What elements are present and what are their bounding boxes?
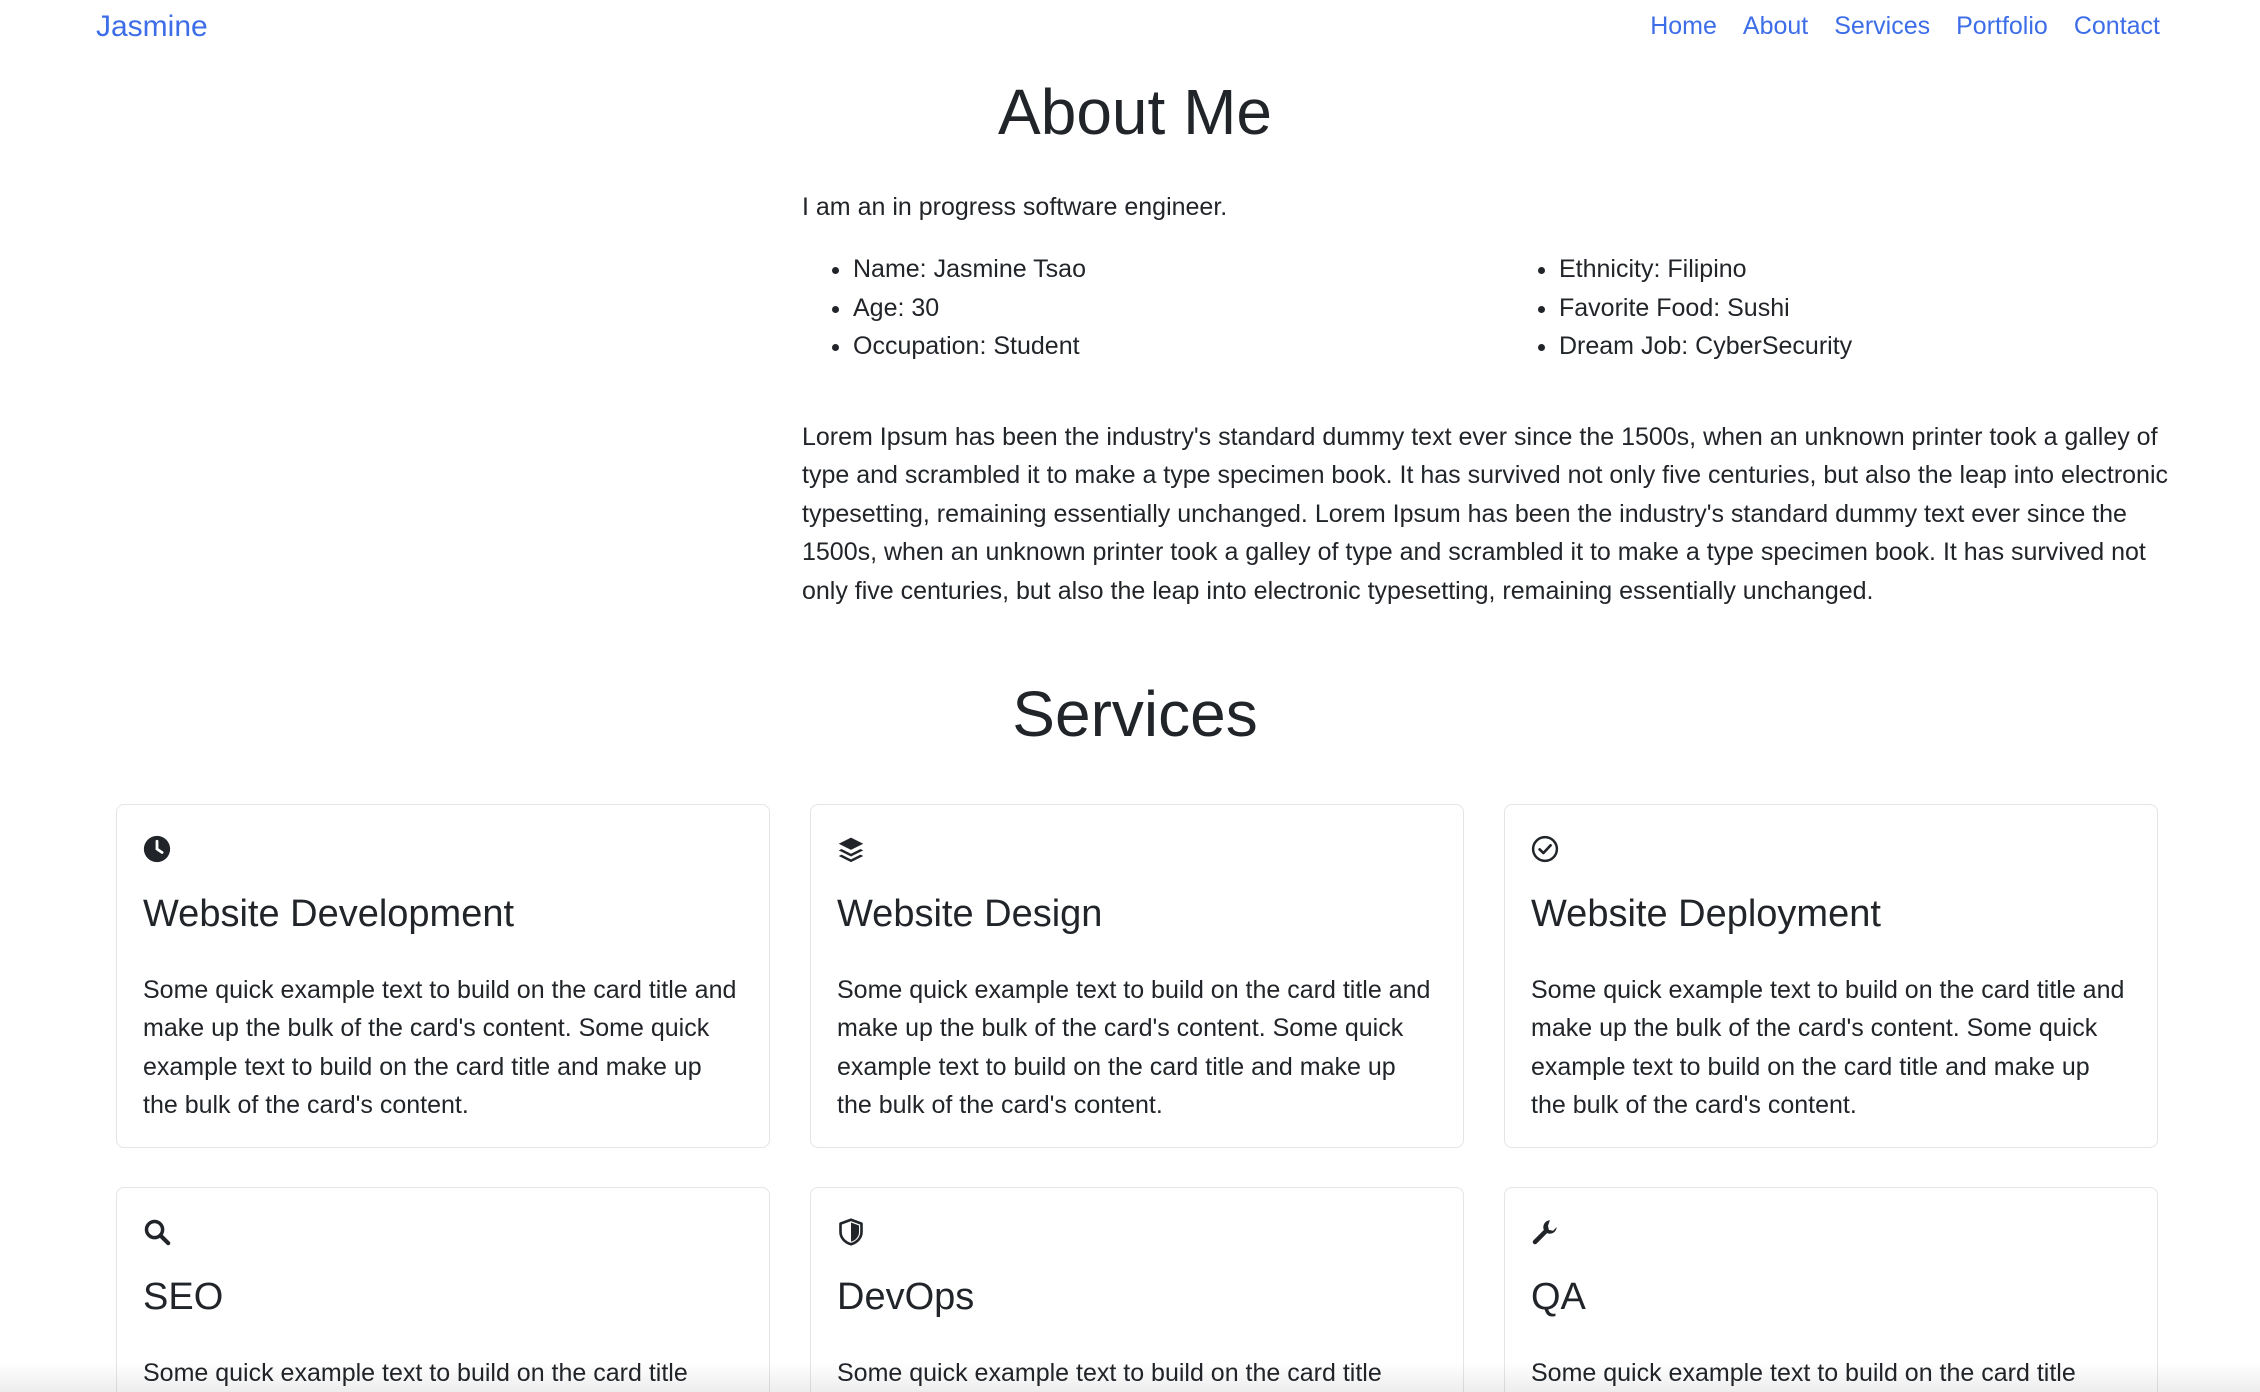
card-text: Some quick example text to build on the … xyxy=(143,1359,688,1387)
about-title: About Me xyxy=(998,76,1272,148)
card-title: Website Design xyxy=(837,893,1103,935)
search-icon xyxy=(143,1218,171,1246)
card-title: Website Deployment xyxy=(1531,893,1881,935)
service-card-website-design: Website Design Some quick example text t… xyxy=(810,804,1464,1148)
fact-favorite-food: Favorite Food: Sushi xyxy=(1559,289,1852,328)
nav-link-services[interactable]: Services xyxy=(1834,12,1930,41)
facts-list-left: Name: Jasmine Tsao Age: 30 Occupation: S… xyxy=(802,250,1086,366)
fact-age: Age: 30 xyxy=(853,289,1086,328)
service-card-website-development: Website Development Some quick example t… xyxy=(116,804,770,1148)
service-card-devops: DevOps Some quick example text to build … xyxy=(810,1187,1464,1392)
nav-link-contact[interactable]: Contact xyxy=(2074,12,2160,41)
fact-dream-job: Dream Job: CyberSecurity xyxy=(1559,327,1852,366)
card-title: DevOps xyxy=(837,1276,975,1318)
about-intro: I am an in progress software engineer. xyxy=(802,193,1228,221)
nav-links: Home About Services Portfolio Contact xyxy=(1650,12,2160,41)
clock-icon xyxy=(143,835,171,863)
services-title: Services xyxy=(1012,678,1258,750)
service-card-qa: QA Some quick example text to build on t… xyxy=(1504,1187,2158,1392)
navbar: Jasmine Home About Services Portfolio Co… xyxy=(0,0,2260,58)
service-card-seo: SEO Some quick example text to build on … xyxy=(116,1187,770,1392)
wrench-icon xyxy=(1531,1218,1559,1246)
card-text: Some quick example text to build on the … xyxy=(837,1359,1382,1387)
service-card-website-deployment: Website Deployment Some quick example te… xyxy=(1504,804,2158,1148)
card-title: QA xyxy=(1531,1276,1586,1318)
card-text: Some quick example text to build on the … xyxy=(1531,976,2125,1120)
card-title: Website Development xyxy=(143,893,515,935)
facts-list-right: Ethnicity: Filipino Favorite Food: Sushi… xyxy=(1508,250,1852,366)
check-circle-icon xyxy=(1531,835,1559,863)
nav-link-about[interactable]: About xyxy=(1743,12,1808,41)
brand-link[interactable]: Jasmine xyxy=(96,10,208,44)
card-title: SEO xyxy=(143,1276,224,1318)
card-text: Some quick example text to build on the … xyxy=(1531,1359,2076,1387)
nav-link-portfolio[interactable]: Portfolio xyxy=(1956,12,2048,41)
card-text: Some quick example text to build on the … xyxy=(143,976,737,1120)
card-text: Some quick example text to build on the … xyxy=(837,976,1431,1120)
fact-occupation: Occupation: Student xyxy=(853,327,1086,366)
layers-icon xyxy=(837,835,865,863)
about-bio: Lorem Ipsum has been the industry's stan… xyxy=(802,423,2169,605)
fact-ethnicity: Ethnicity: Filipino xyxy=(1559,250,1852,289)
fact-name: Name: Jasmine Tsao xyxy=(853,250,1086,289)
nav-link-home[interactable]: Home xyxy=(1650,12,1717,41)
shield-icon xyxy=(837,1218,865,1246)
